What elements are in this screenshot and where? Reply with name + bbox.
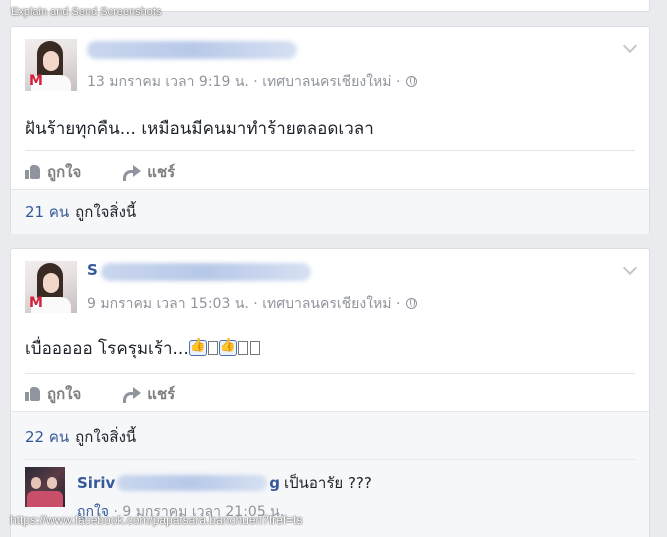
post-actions: ถูกใจ แชร์ [25,382,175,406]
watermark-top: Explain and Send Screenshots [11,6,162,18]
likes-count-link[interactable]: 22 คน [25,425,69,449]
post-location[interactable]: · เทศบาลนครเชียงใหม่ · [249,296,400,312]
likes-text: ถูกใจสิ่งนี้ [75,428,137,446]
watermark-url: https://www.facebook.com/papatsara.banch… [10,513,303,527]
chevron-down-icon[interactable] [622,260,638,276]
share-label: แชร์ [147,163,176,181]
post-actions: ถูกใจ แชร์ [25,160,175,184]
commenter-name-blurred[interactable] [117,475,268,491]
author-name-initial[interactable]: S [87,261,98,279]
like-button[interactable]: ถูกใจ [25,160,81,184]
commenter-name-end[interactable]: g [269,474,280,492]
post-text: เบื่อออออ โรครุมเร้า... [25,335,261,362]
globe-icon [406,298,418,309]
avatar[interactable]: M [25,39,77,91]
post-meta: 9 มกราคม เวลา 15:03 น. · เทศบาลนครเชียงใ… [87,293,418,315]
like-button[interactable]: ถูกใจ [25,382,81,406]
thumbs-up-emoji-icon [218,338,237,356]
missing-glyph-icon [237,341,248,355]
divider [25,373,635,374]
thumbs-up-emoji-icon [188,338,207,356]
author-name-blurred[interactable] [87,41,297,59]
share-arrow-icon [123,386,142,403]
post-timestamp[interactable]: 13 มกราคม เวลา 9:19 น. [87,74,249,90]
share-label: แชร์ [147,385,176,403]
commenter-name[interactable]: Siriv [77,474,115,492]
like-label: ถูกใจ [47,385,82,403]
share-arrow-icon [123,164,142,181]
post-meta: 13 มกราคม เวลา 9:19 น. · เทศบาลนครเชียงใ… [87,71,418,93]
comment-text: เป็นอารัย ??? [284,474,372,492]
post-text-content: เบื่อออออ โรครุมเร้า... [25,339,189,359]
like-label: ถูกใจ [47,163,82,181]
likes-text: ถูกใจสิ่งนี้ [75,203,137,221]
likes-count-link[interactable]: 21 คน [25,200,69,224]
author-name-blurred[interactable] [101,263,311,281]
post-timestamp[interactable]: 9 มกราคม เวลา 15:03 น. [87,296,249,312]
divider [25,150,635,151]
commenter-avatar[interactable] [25,467,65,507]
share-button[interactable]: แชร์ [123,160,175,184]
thumbs-up-icon [25,164,41,180]
post-card-1: M 13 มกราคม เวลา 9:19 น. · เทศบาลนครเชีย… [10,26,650,234]
avatar[interactable]: M [25,261,77,313]
chevron-down-icon[interactable] [622,38,638,54]
missing-glyph-icon [207,341,218,355]
share-button[interactable]: แชร์ [123,382,175,406]
post-location[interactable]: · เทศบาลนครเชียงใหม่ · [249,74,400,90]
likes-bar: 21 คน ถูกใจสิ่งนี้ [11,189,649,234]
missing-glyph-icon [249,341,260,355]
thumbs-up-icon [25,386,41,402]
comment-line: Siriv g เป็นอารัย ??? [77,471,372,495]
post-text: ฝันร้ายทุกคืน... เหมือนมีคนมาทำร้ายตลอดเ… [25,119,374,139]
globe-icon [406,76,418,87]
post-card-2: M S 9 มกราคม เวลา 15:03 น. · เทศบาลนครเช… [10,248,650,537]
divider [25,459,635,460]
